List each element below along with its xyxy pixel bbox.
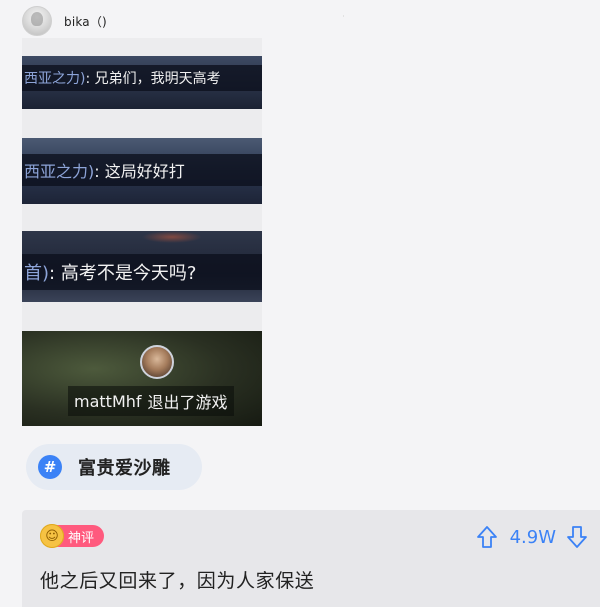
- downvote-icon[interactable]: [566, 525, 588, 549]
- post-header: bika（): [22, 4, 107, 38]
- topic-tag[interactable]: # 富贵爱沙雕: [26, 444, 202, 490]
- game-frame: 首) : 高考不是今天吗?: [22, 231, 262, 302]
- more-options-icon[interactable]: ˙: [341, 16, 347, 26]
- chat-message: : 这局好好打: [94, 162, 185, 181]
- smile-icon: ☺: [40, 524, 64, 548]
- game-frame: mattMhf 退出了游戏: [22, 331, 262, 426]
- chat-speaker: 首): [24, 263, 50, 284]
- comment-text: 他之后又回来了，因为人家保送: [40, 570, 315, 592]
- left-game-text: 退出了游戏: [147, 393, 228, 412]
- chat-speaker: 西亚之力): [24, 71, 86, 87]
- game-frame: 西亚之力) : 兄弟们，我明天高考: [22, 56, 262, 109]
- topic-label: 富贵爱沙雕: [78, 458, 171, 479]
- chat-line: 西亚之力) : 这局好好打: [22, 154, 262, 186]
- chat-line: 首) : 高考不是今天吗?: [22, 254, 262, 290]
- background-effect: [142, 231, 202, 243]
- game-frame: 西亚之力) : 这局好好打: [22, 138, 262, 204]
- player-name: mattMhf: [74, 391, 142, 411]
- hot-comment-card[interactable]: ☺ 神评 4.9W 他之后又回来了，因为人家保送: [22, 510, 600, 607]
- avatar[interactable]: [22, 6, 52, 36]
- chat-message: : 兄弟们，我明天高考: [85, 71, 221, 87]
- player-left-notice: mattMhf 退出了游戏: [68, 386, 234, 416]
- vote-count: 4.9W: [509, 526, 556, 548]
- hashtag-icon: #: [38, 455, 62, 479]
- player-avatar: [140, 345, 174, 379]
- upvote-icon[interactable]: [476, 525, 498, 549]
- chat-speaker: 西亚之力): [24, 162, 95, 181]
- vote-controls: 4.9W: [476, 525, 588, 549]
- chat-message: : 高考不是今天吗?: [49, 263, 197, 284]
- post-image-stack[interactable]: 西亚之力) : 兄弟们，我明天高考 西亚之力) : 这局好好打 首) : 高考不…: [22, 38, 262, 426]
- chat-line: 西亚之力) : 兄弟们，我明天高考: [22, 65, 262, 91]
- username[interactable]: bika（): [64, 13, 107, 30]
- hot-comment-badge: ☺ 神评: [40, 524, 105, 548]
